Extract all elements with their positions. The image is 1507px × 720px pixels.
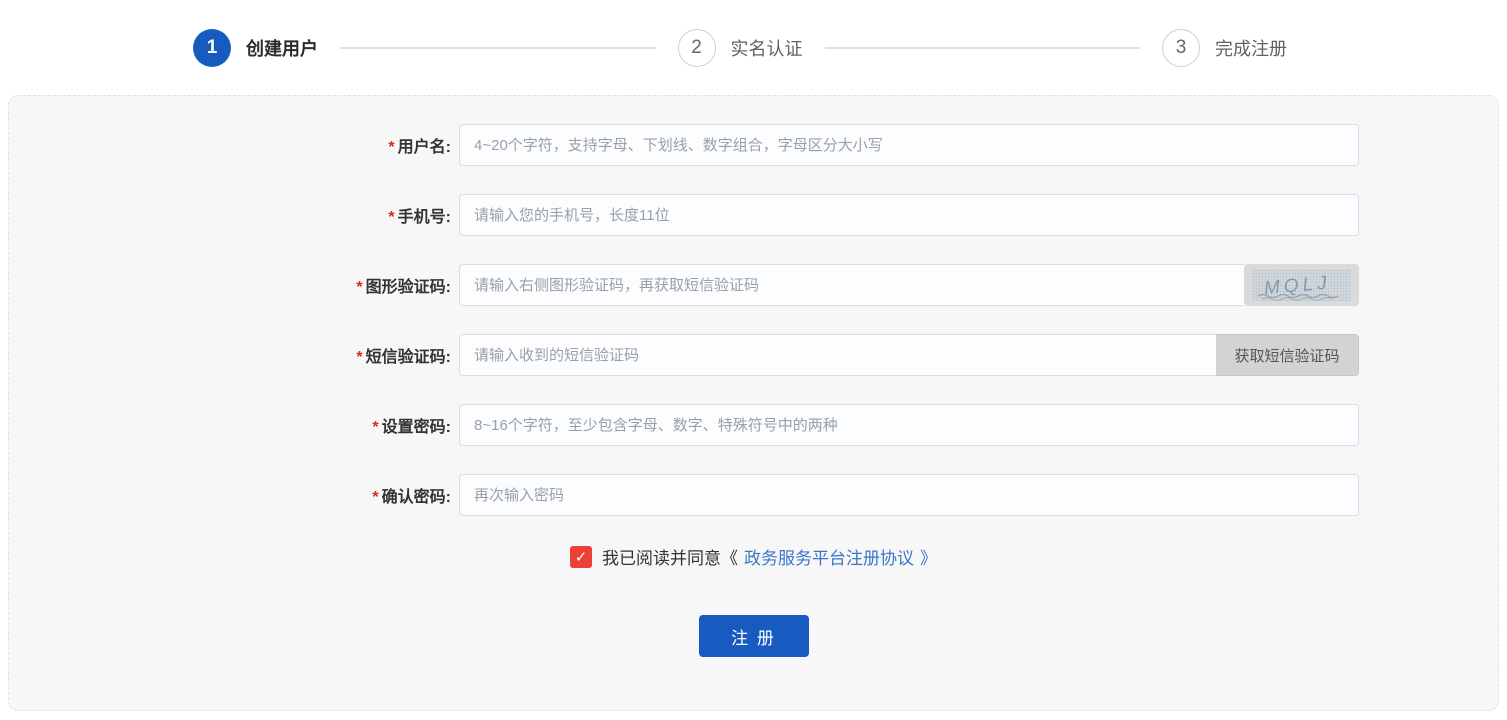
steps-bar: 1 创建用户 2 实名认证 3 完成注册 [0, 0, 1507, 95]
step-1-label: 创建用户 [246, 35, 318, 61]
agreement-checkbox[interactable]: ✓ [570, 546, 592, 568]
registration-form-panel: *用户名: *手机号: *图形验证码: MQLJ [8, 95, 1499, 711]
required-asterisk: * [356, 279, 362, 296]
step-1-circle: 1 [193, 29, 231, 67]
image-captcha-label-text: 图形验证码: [366, 279, 451, 296]
form-row-password: *设置密码: [9, 404, 1498, 446]
form-row-image-captcha: *图形验证码: MQLJ [9, 264, 1498, 306]
image-captcha-input[interactable] [459, 264, 1244, 306]
required-asterisk: * [372, 489, 378, 506]
required-asterisk: * [372, 419, 378, 436]
agreement-text: 我已阅读并同意《 [602, 544, 738, 569]
form-row-username: *用户名: [9, 124, 1498, 166]
required-asterisk: * [388, 139, 394, 156]
captcha-image[interactable]: MQLJ [1244, 264, 1359, 306]
form-row-phone: *手机号: [9, 194, 1498, 236]
form-row-sms-code: *短信验证码: 获取短信验证码 [9, 334, 1498, 376]
step-2-label: 实名认证 [731, 35, 803, 61]
register-button[interactable]: 注 册 [699, 615, 809, 657]
required-asterisk: * [356, 349, 362, 366]
sms-code-label-text: 短信验证码: [366, 349, 451, 366]
password-label-text: 设置密码: [382, 419, 451, 436]
agreement-suffix: 》 [920, 544, 937, 569]
sms-code-label: *短信验证码: [9, 343, 451, 367]
password-input[interactable] [459, 404, 1359, 446]
step-connector-2 [825, 47, 1141, 49]
confirm-password-label: *确认密码: [9, 483, 451, 507]
captcha-svg: MQLJ [1252, 269, 1351, 301]
step-3-label: 完成注册 [1215, 35, 1287, 61]
image-captcha-label: *图形验证码: [9, 273, 451, 297]
get-sms-code-button[interactable]: 获取短信验证码 [1216, 334, 1359, 376]
username-label-text: 用户名: [398, 139, 451, 156]
confirm-password-input[interactable] [459, 474, 1359, 516]
step-3-circle: 3 [1162, 29, 1200, 67]
username-label: *用户名: [9, 133, 451, 157]
username-input[interactable] [459, 124, 1359, 166]
step-identity-verify: 2 实名认证 [678, 29, 803, 67]
phone-input[interactable] [459, 194, 1359, 236]
agreement-row: ✓ 我已阅读并同意《政务服务平台注册协议》 [9, 544, 1498, 569]
password-label: *设置密码: [9, 413, 451, 437]
phone-label: *手机号: [9, 203, 451, 227]
agreement-link[interactable]: 政务服务平台注册协议 [744, 544, 914, 569]
required-asterisk: * [388, 209, 394, 226]
phone-label-text: 手机号: [398, 209, 451, 226]
captcha-image-inner: MQLJ [1252, 269, 1351, 301]
confirm-password-label-text: 确认密码: [382, 489, 451, 506]
step-2-circle: 2 [678, 29, 716, 67]
step-connector-1 [340, 47, 656, 49]
step-complete-register: 3 完成注册 [1162, 29, 1287, 67]
form-row-confirm-password: *确认密码: [9, 474, 1498, 516]
register-row: 注 册 [9, 615, 1498, 657]
step-create-user: 1 创建用户 [193, 29, 318, 67]
sms-code-input[interactable] [459, 334, 1216, 376]
